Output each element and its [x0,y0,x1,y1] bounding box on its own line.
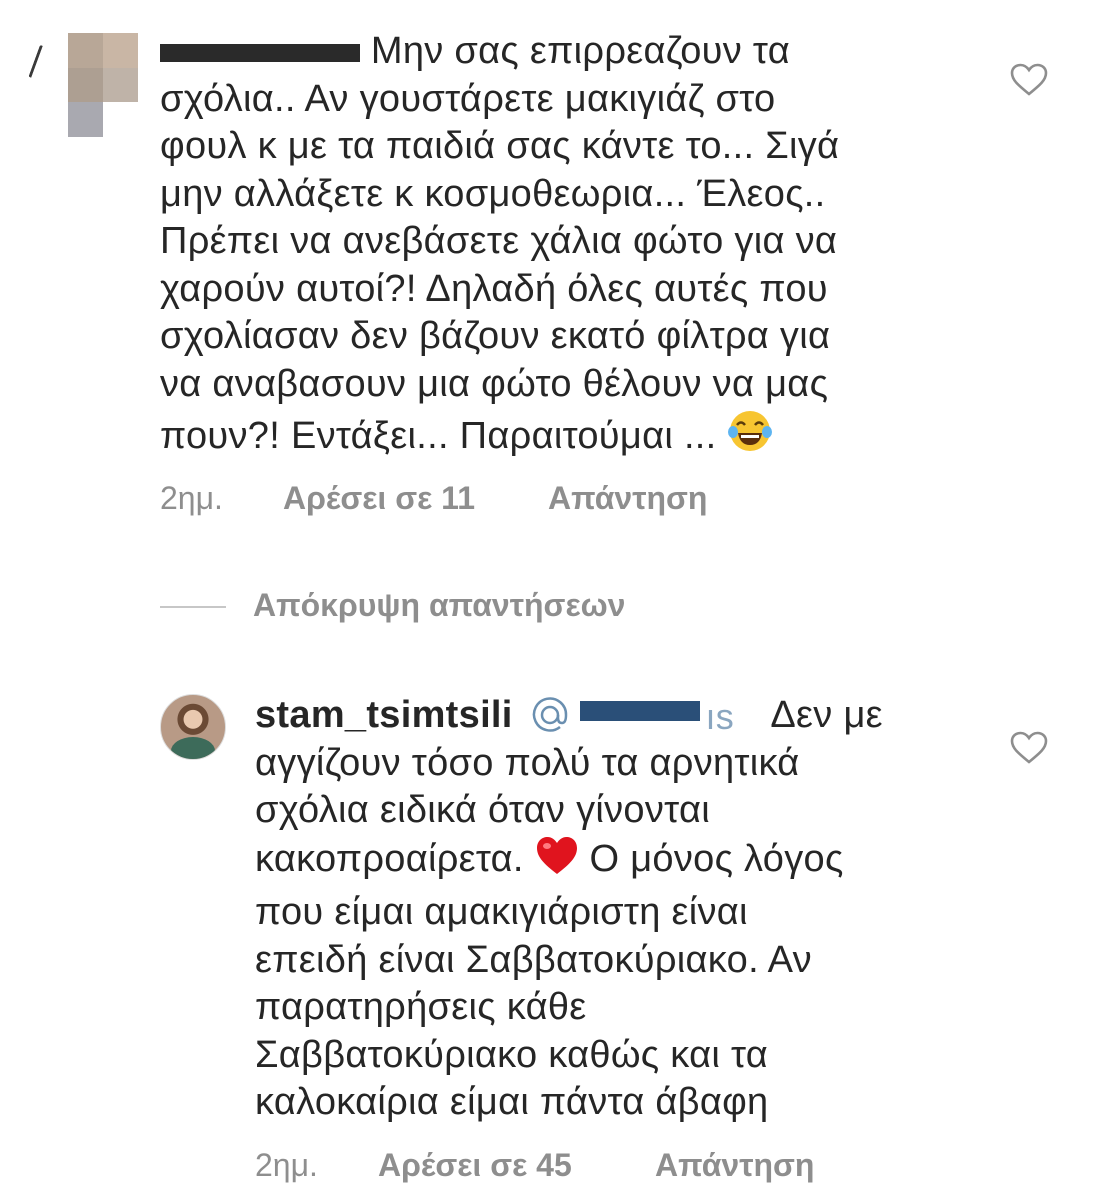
heart-outline-icon[interactable] [1010,731,1048,765]
comment-2-body: stam_tsimtsili ıs Δεν με αγγίζουν τόσο π… [255,692,883,1127]
red-heart-emoji-icon [535,835,579,890]
comment-2-line-8: καλοκαίρια είμαι πάντα άβαφη [255,1081,769,1123]
avatar-blurred[interactable] [68,33,138,137]
comment-2-timestamp: 2ημ. [255,1147,318,1183]
comment-1-line-7: να αναβασουν μια φώτο θέλουν να μας [160,362,829,405]
comment-1-line-6: σχολίασαν δεν βάζουν εκατό φίλτρα για [160,315,831,357]
comment-1-line-2: φουλ κ με τα παιδιά σας κάντε το... Σιγά [160,125,840,167]
comment-1-likes-link[interactable]: Αρέσει σε 11 [283,480,475,517]
comment-2-username[interactable]: stam_tsimtsili [255,694,513,736]
redacted-username [160,43,360,62]
comment-2-line-0: stam_tsimtsili ıs Δεν με [255,693,883,737]
tears-of-joy-emoji-icon [727,408,773,467]
cropped-edge-mark [28,44,47,80]
comment-2-line-3: κακοπροαίρετα. Ο μόνος λόγος [255,835,883,890]
comment-1-line-8: πουν?! Εντάξει... Παραιτούμαι ... [160,408,839,467]
comment-2-line-4: που είμαι αμακιγιάριστη είναι [255,891,748,933]
hide-replies-label: Απόκρυψη απαντήσεων [253,587,626,623]
comment-2-line-2: σχόλια ειδικά όταν γίνονται [255,789,710,831]
comment-2-line-5: επειδή είναι Σαββατοκύριακο. Αν [255,938,812,981]
comment-2-reply-button[interactable]: Απάντηση [655,1147,814,1184]
comment-1-timestamp: 2ημ. [160,480,223,516]
hide-replies-divider [160,606,226,608]
comment-1-line-4: Πρέπει να ανεβάσετε χάλια φώτο για να [160,220,838,262]
comment-2-likes-link[interactable]: Αρέσει σε 45 [378,1147,572,1184]
comment-2-line-7: Σαββατοκύριακο καθώς και τα [255,1033,769,1076]
comment-2-line-1: αγγίζουν τόσο πολύ τα αρνητικά [255,741,800,784]
comment-1-body: Μην σας επιρρεαζουν τα σχόλια.. Αν γουστ… [160,28,839,467]
at-sign-icon [532,697,567,732]
avatar[interactable] [160,694,226,760]
hide-replies-toggle[interactable]: Απόκρυψη απαντήσεων [160,587,760,627]
heart-outline-icon[interactable] [1010,63,1048,97]
comment-2-mention-redacted[interactable]: ıs [524,693,760,737]
comment-2-line-6: παρατηρήσεις κάθε [255,986,587,1028]
comment-1-line-0: Μην σας επιρρεαζουν τα [160,28,839,76]
comment-1-line-5: χαρούν αυτοί?! Δηλαδή όλες αυτές που [160,267,828,310]
comment-1-line-3: μην αλλάξετε κ κοσμοθεωρια... Έλεος.. [160,172,826,215]
comment-1-reply-button[interactable]: Απάντηση [548,480,707,517]
comment-1-line-1: σχόλια.. Αν γουστάρετε μακιγιάζ στο [160,77,776,120]
